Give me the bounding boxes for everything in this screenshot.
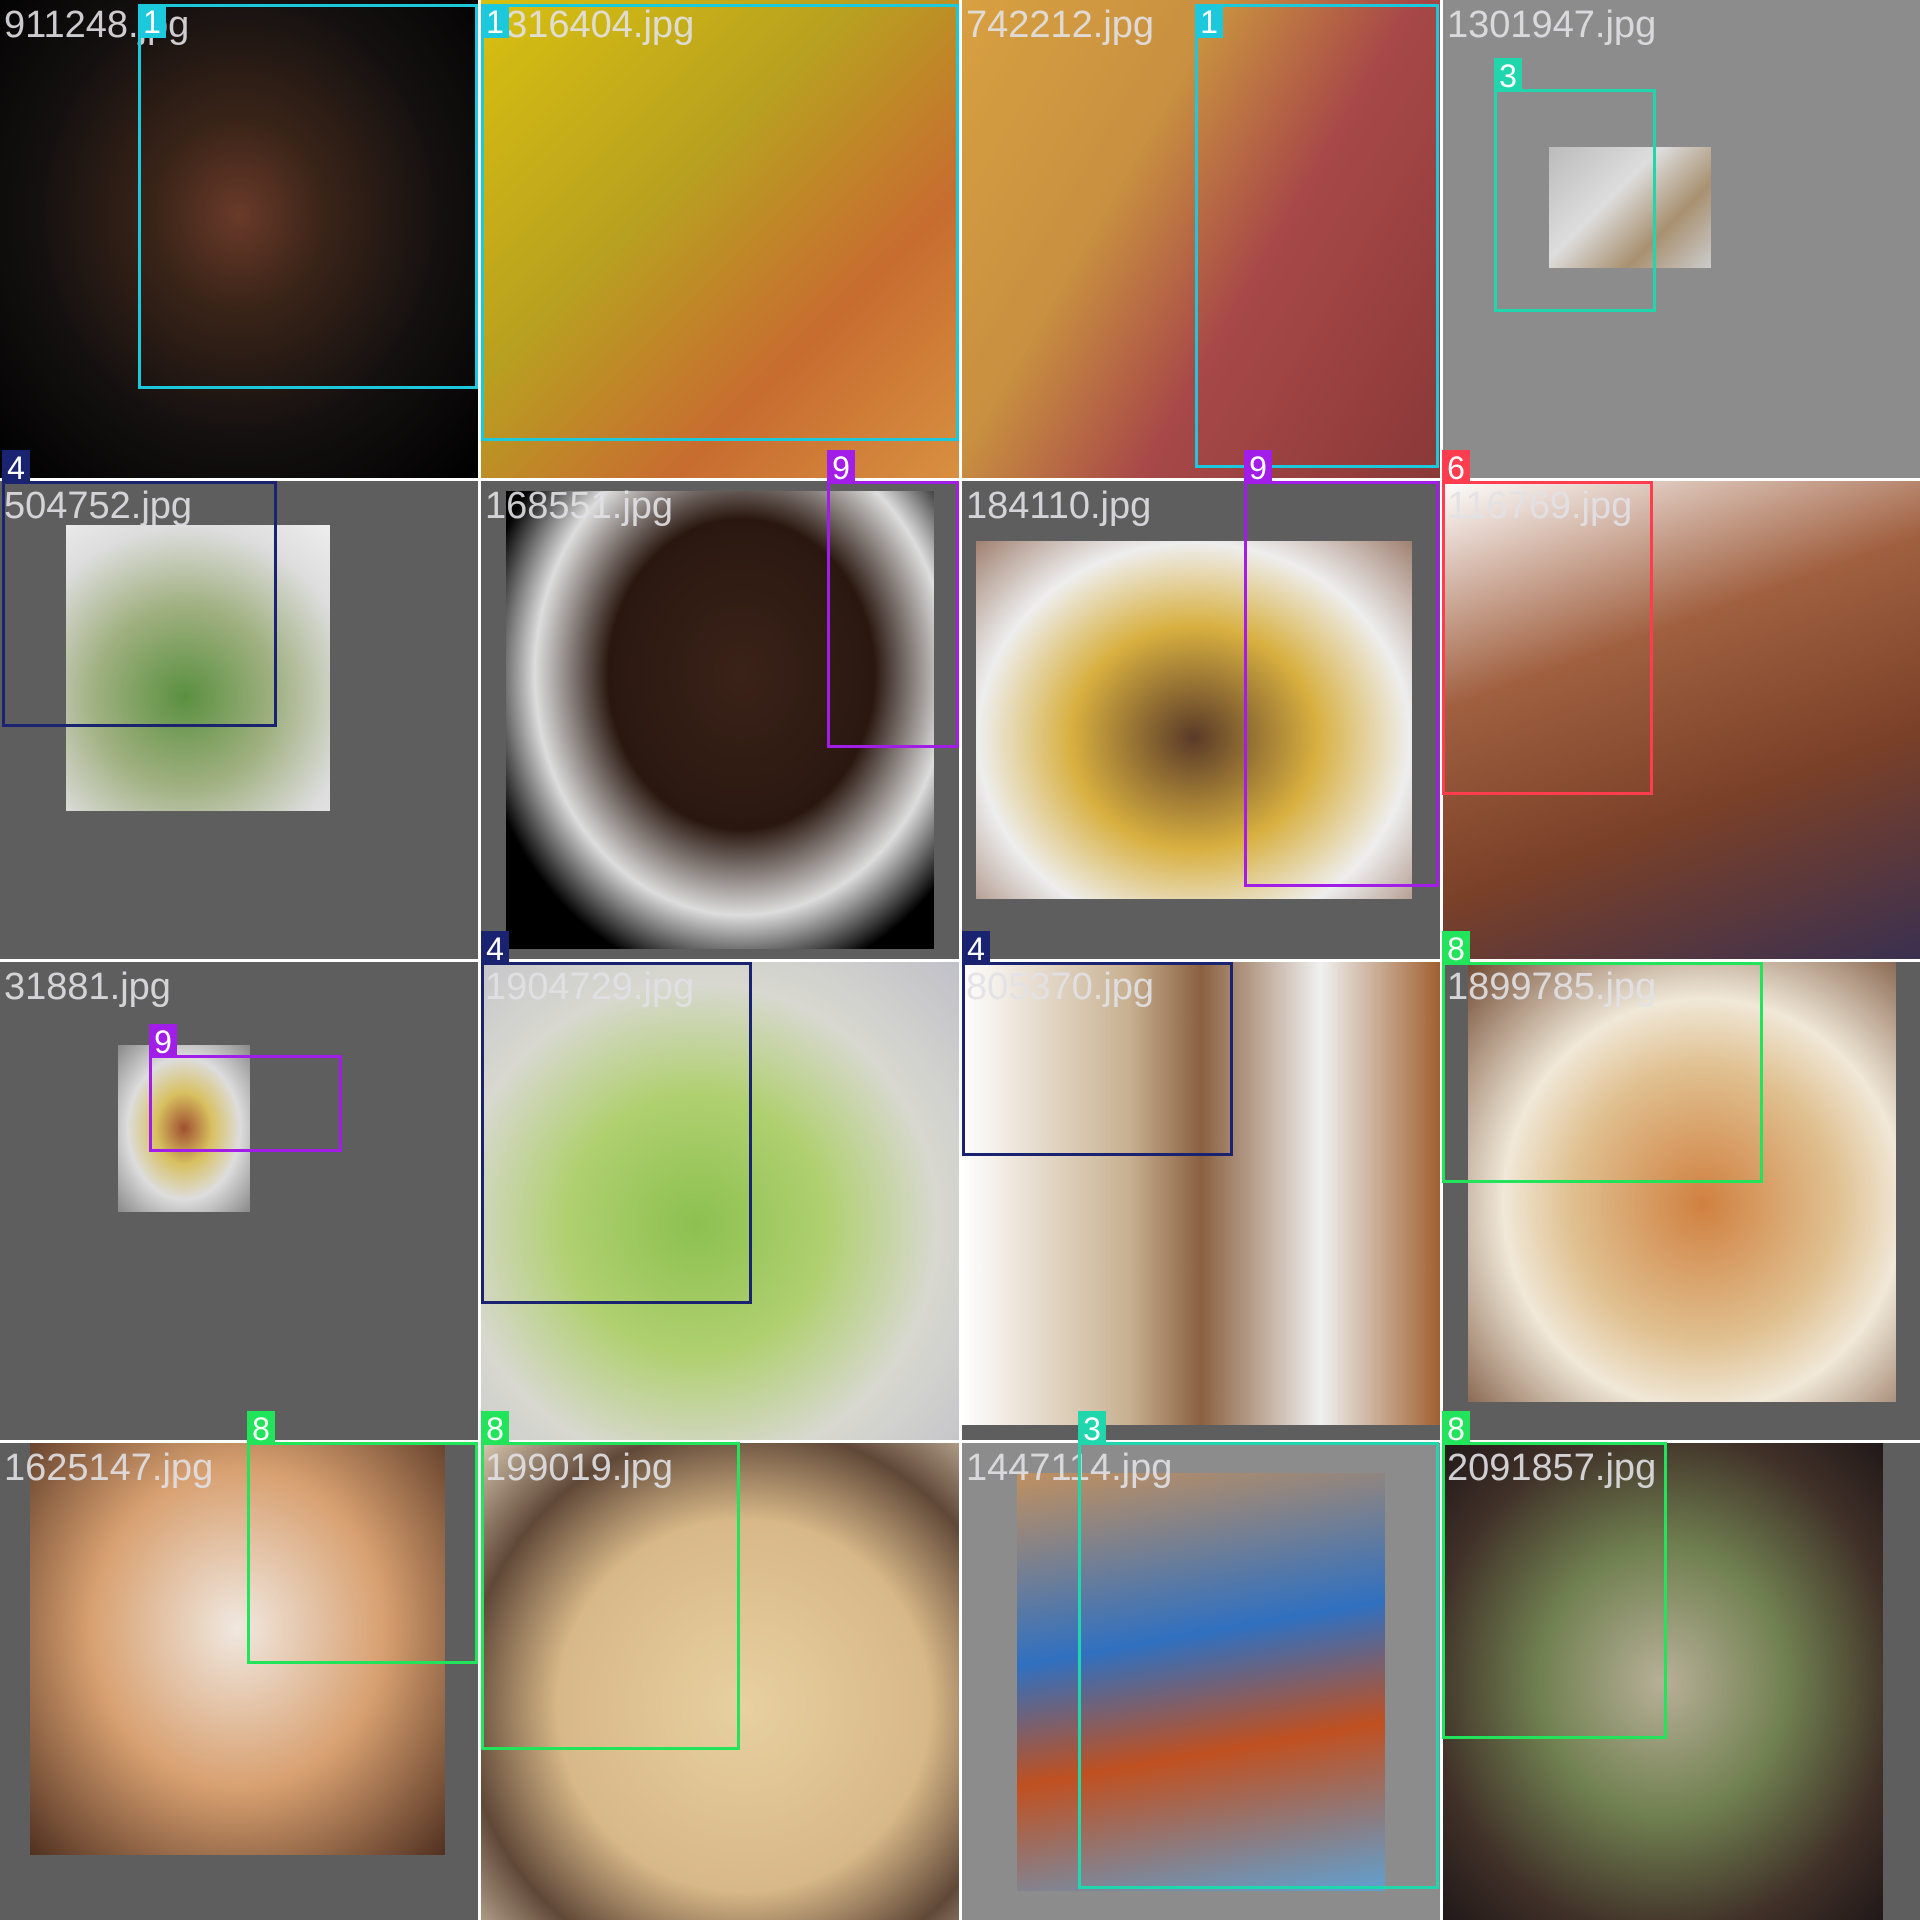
class-label: 9 [1244,450,1272,486]
filename-label: 1625147.jpg [4,1447,214,1489]
bounding-box: 4 [481,931,752,1304]
bounding-box: 8 [1442,931,1763,1183]
bounding-box: 9 [149,1024,342,1152]
bounding-box: 1 [138,4,478,389]
filename-label: 184110.jpg [966,485,1152,527]
class-label: 4 [962,931,990,967]
class-label: 1 [481,4,509,40]
bounding-box: 8 [247,1411,478,1664]
filename-label: 1301947.jpg [1447,4,1657,46]
bounding-box: 3 [1078,1411,1439,1889]
class-label: 4 [481,931,509,967]
class-label: 1 [1195,4,1223,40]
class-label: 8 [247,1411,275,1447]
bounding-box: 1 [481,4,959,441]
filename-label: 742212.jpg [966,4,1155,46]
bounding-box: 8 [1442,1411,1667,1739]
class-label: 8 [1442,1411,1470,1447]
class-label: 3 [1494,58,1522,94]
filename-label: 31881.jpg [4,966,171,1008]
class-label: 1 [138,4,166,40]
class-label: 8 [481,1411,509,1447]
bounding-box: 9 [1244,450,1439,887]
bounding-box: 9 [827,450,959,748]
class-label: 9 [149,1024,177,1060]
bounding-box: 4 [962,931,1233,1156]
detection-mosaic: 911248.jpg 1 1316404.jpg 1 742212.jpg 1 130194… [0,0,1920,1920]
bounding-box: 1 [1195,4,1439,468]
class-label: 9 [827,450,855,486]
bounding-box: 3 [1494,58,1656,312]
bounding-box: 8 [481,1411,740,1750]
filename-label: 168551.jpg [485,485,674,527]
bounding-box: 6 [1442,450,1653,795]
class-label: 6 [1442,450,1470,486]
bounding-box: 4 [2,450,277,727]
class-label: 8 [1442,931,1470,967]
class-label: 4 [2,450,30,486]
class-label: 3 [1078,1411,1106,1447]
image-tile: 31881.jpg [0,962,478,1440]
